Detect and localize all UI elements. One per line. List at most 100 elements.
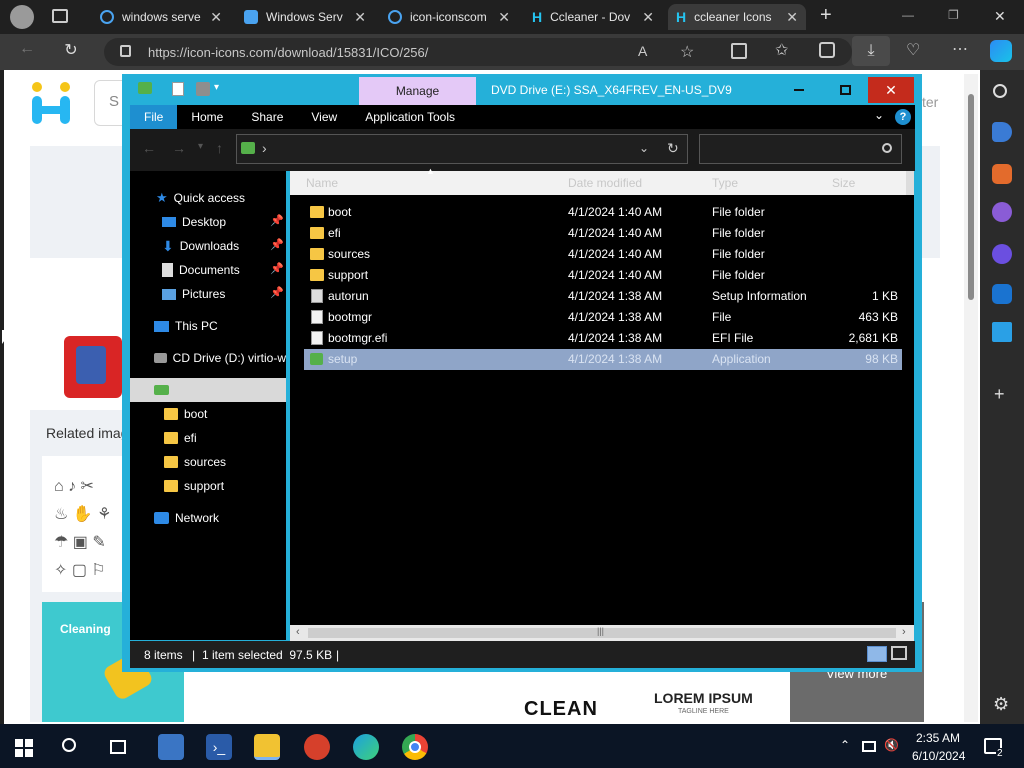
clean-logo-thumbnail[interactable]: CLEAN — [486, 672, 632, 722]
games-icon[interactable] — [992, 202, 1012, 222]
restore-browser-button[interactable]: ❐ — [948, 8, 959, 22]
server-manager-icon[interactable] — [158, 734, 184, 760]
nav-item-documents[interactable]: Documents 📌 — [130, 259, 286, 281]
lorem-logo-thumbnail[interactable]: LOREM IPSUM TAGLINE HERE — [638, 672, 784, 722]
nav-item-efi[interactable]: efi — [130, 427, 286, 449]
search-icon[interactable] — [62, 738, 76, 752]
expand-ribbon-icon[interactable]: ⌄ — [874, 108, 884, 122]
close-tab-icon[interactable]: ✕ — [210, 9, 222, 26]
show-hidden-icons-icon[interactable]: ⌃ — [840, 738, 850, 752]
refresh-icon[interactable]: ↻ — [58, 40, 84, 60]
customize-toolbar-icon[interactable]: ▾ — [214, 82, 219, 93]
close-tab-icon[interactable]: ✕ — [642, 9, 654, 26]
nav-item-cd-drive[interactable]: CD Drive (D:) virtio-w — [130, 347, 286, 369]
pin-icon[interactable]: 📌 — [270, 262, 284, 275]
path-dropdown-icon[interactable]: ⌄ — [639, 141, 649, 155]
read-aloud-icon[interactable]: A — [638, 43, 647, 59]
tab-home[interactable]: Home — [177, 105, 237, 129]
favorites-icon[interactable]: ✩ — [775, 40, 788, 60]
properties-icon[interactable] — [172, 82, 184, 96]
nav-item-boot[interactable]: boot — [130, 403, 286, 425]
close-browser-button[interactable]: ✕ — [994, 8, 1006, 25]
path-separator[interactable]: › — [262, 140, 267, 156]
details-view-icon[interactable] — [867, 646, 887, 662]
browser-essentials-icon[interactable]: ♡ — [906, 40, 920, 60]
minimize-browser-button[interactable]: — — [902, 8, 914, 22]
shopping-tag-icon[interactable] — [992, 122, 1012, 142]
pin-icon[interactable]: 📌 — [270, 286, 284, 299]
close-tab-icon[interactable]: ✕ — [786, 9, 798, 26]
nav-item-quick-access[interactable]: ★ Quick access — [130, 187, 286, 209]
copilot-sidebar-icon[interactable] — [992, 244, 1012, 264]
manage-contextual-tab[interactable]: Manage — [359, 77, 476, 105]
horizontal-scrollbar[interactable]: ‹ ||| › — [290, 625, 914, 641]
browser-tab-3[interactable]: icon-iconscom ✕ — [380, 4, 518, 30]
browser-tab-1[interactable]: windows serve ✕ — [92, 4, 230, 30]
profile-avatar[interactable] — [10, 5, 34, 29]
tab-application-tools[interactable]: Application Tools — [351, 105, 469, 129]
browser-tab-4[interactable]: H Ccleaner - Dov ✕ — [524, 4, 662, 30]
scroll-right-icon[interactable]: › — [902, 626, 906, 638]
clock-time[interactable]: 2:35 AM — [916, 731, 960, 745]
browser-tab-2[interactable]: Windows Serv ✕ — [236, 4, 374, 30]
browser-tab-5[interactable]: Hccleaner Icons ✕ — [668, 4, 806, 30]
file-explorer-icon[interactable] — [254, 734, 280, 760]
search-box[interactable] — [699, 134, 902, 164]
scroll-left-icon[interactable]: ‹ — [296, 626, 300, 638]
volume-muted-icon[interactable]: 🔇 — [884, 738, 899, 752]
nav-item-network[interactable]: Network — [130, 507, 286, 529]
new-folder-icon[interactable] — [196, 82, 210, 96]
column-type[interactable]: Type — [712, 176, 738, 190]
maximize-window-button[interactable] — [822, 77, 868, 103]
recent-locations-icon[interactable]: ▾ — [198, 141, 203, 152]
outlook-icon[interactable] — [992, 284, 1012, 304]
sidebar-settings-icon[interactable]: ⚙ — [993, 694, 1009, 715]
nav-item-this-pc[interactable]: This PC — [130, 315, 286, 337]
favorite-star-icon[interactable]: ☆ — [680, 42, 694, 62]
tools-briefcase-icon[interactable] — [992, 164, 1012, 184]
pin-icon[interactable]: 📌 — [270, 238, 284, 251]
file-row-autorun[interactable]: autorun 4/1/2024 1:38 AM Setup Information… — [304, 286, 902, 307]
downloads-icon[interactable]: ⤓ — [852, 36, 890, 66]
help-icon[interactable]: ? — [895, 109, 911, 125]
more-menu-icon[interactable]: ⋯ — [952, 39, 968, 59]
back-icon[interactable]: ← — [14, 40, 40, 58]
close-tab-icon[interactable]: ✕ — [498, 9, 510, 26]
start-icon[interactable] — [15, 739, 33, 757]
nav-item-dvd-drive[interactable] — [130, 378, 286, 402]
forward-nav-icon[interactable]: → — [172, 140, 186, 156]
address-path-bar[interactable]: › ⌄ ↻ — [236, 134, 688, 164]
column-name[interactable]: Name — [306, 176, 338, 190]
up-folder-icon[interactable]: ↑ — [216, 140, 223, 156]
tab-view[interactable]: View — [297, 105, 351, 129]
list-scroll-thumb[interactable] — [906, 171, 914, 195]
clock-date[interactable]: 6/10/2024 — [912, 749, 965, 763]
back-nav-icon[interactable]: ← — [142, 140, 156, 156]
add-sidebar-app-icon[interactable]: + — [994, 384, 1005, 405]
pin-icon[interactable]: 📌 — [270, 214, 284, 227]
file-row-efi[interactable]: efi 4/1/2024 1:40 AM File folder — [304, 223, 902, 244]
close-window-button[interactable]: ✕ — [868, 77, 914, 103]
ccleaner-icon[interactable] — [304, 734, 330, 760]
chrome-icon[interactable] — [402, 734, 428, 760]
site-logo[interactable] — [32, 82, 72, 124]
sidebar-search-icon[interactable] — [993, 84, 1007, 98]
tab-actions-icon[interactable] — [52, 9, 68, 23]
people-thumbnail[interactable] — [190, 672, 332, 722]
split-screen-icon[interactable] — [731, 43, 747, 59]
file-row-setup[interactable]: setup 4/1/2024 1:38 AM Application 98 KB — [304, 349, 902, 370]
nav-item-pictures[interactable]: Pictures 📌 — [130, 283, 286, 305]
nav-item-support[interactable]: support — [130, 475, 286, 497]
nav-item-downloads[interactable]: ⬇ Downloads 📌 — [130, 235, 286, 257]
task-view-icon[interactable] — [110, 740, 126, 754]
network-status-icon[interactable] — [862, 741, 876, 752]
vacuum-thumbnail[interactable] — [338, 672, 480, 722]
edge-icon[interactable] — [353, 734, 379, 760]
site-filter-text[interactable]: ter — [922, 94, 938, 110]
large-icons-view-icon[interactable] — [891, 646, 907, 660]
refresh-path-icon[interactable]: ↻ — [667, 140, 679, 157]
file-row-bootmgr-efi[interactable]: bootmgr.efi 4/1/2024 1:38 AM EFI File 2,681… — [304, 328, 902, 349]
page-scrollbar[interactable] — [964, 74, 978, 722]
tab-file[interactable]: File — [130, 105, 178, 129]
minimize-window-button[interactable] — [776, 77, 822, 103]
